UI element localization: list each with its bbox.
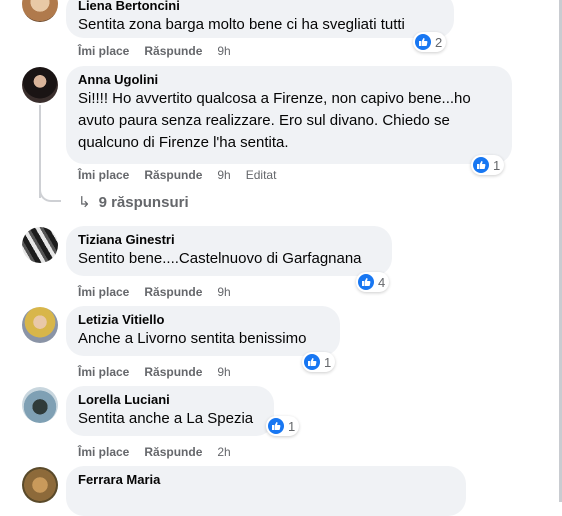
replies-count[interactable]: 9 răspunsuri: [99, 194, 189, 211]
reply-button[interactable]: Răspunde: [144, 364, 202, 380]
reaction-number: 1: [324, 354, 332, 370]
reaction-number: 2: [435, 34, 443, 50]
timestamp[interactable]: 9h: [217, 284, 230, 300]
comment-author[interactable]: Anna Ugolini: [78, 72, 500, 88]
avatar[interactable]: [22, 307, 58, 343]
avatar[interactable]: [22, 467, 58, 503]
reply-button[interactable]: Răspunde: [144, 284, 202, 300]
reaction-number: 1: [288, 418, 296, 434]
like-thumb-icon: [358, 274, 374, 290]
comment-bubble: Tiziana Ginestri Sentito bene....Casteln…: [66, 226, 392, 276]
like-thumb-icon: [268, 418, 284, 434]
reaction-number: 4: [378, 274, 386, 290]
comment-bubble: Liena Bertoncini Sentita zona barga molt…: [66, 0, 454, 38]
comment-bubble: Anna Ugolini Si!!!! Ho avvertito qualcos…: [66, 66, 512, 164]
reaction-count[interactable]: 2: [413, 32, 447, 52]
reaction-count[interactable]: 1: [302, 352, 336, 372]
reaction-count[interactable]: 1: [266, 416, 300, 436]
comment-text: Sentita anche a La Spezia: [78, 410, 254, 427]
comment-actions: Îmi place Răspunde 9h: [78, 284, 246, 300]
edited-label: Editat: [245, 168, 277, 182]
timestamp[interactable]: 9h: [217, 167, 230, 183]
reply-button[interactable]: Răspunde: [144, 167, 202, 183]
like-button[interactable]: Îmi place: [78, 284, 129, 300]
comment-actions: Îmi place Răspunde 9h Editat: [78, 167, 276, 183]
view-replies-link[interactable]: ↳ 9 răspunsuri: [78, 193, 189, 212]
comment-text: Si!!!! Ho avvertito qualcosa a Firenze, …: [78, 90, 471, 151]
like-button[interactable]: Îmi place: [78, 444, 129, 460]
comment-actions: Îmi place Răspunde 9h: [78, 364, 246, 380]
timestamp[interactable]: 2h: [217, 444, 230, 460]
avatar[interactable]: [22, 227, 58, 263]
comment-author[interactable]: Ferrara Maria: [78, 472, 454, 488]
comment-author[interactable]: Liena Bertoncini: [78, 0, 442, 14]
comment-author[interactable]: Tiziana Ginestri: [78, 232, 380, 248]
like-button[interactable]: Îmi place: [78, 43, 129, 59]
comment-bubble: Lorella Luciani Sentita anche a La Spezi…: [66, 386, 274, 436]
comment-bubble: Ferrara Maria: [66, 466, 466, 516]
comment-author[interactable]: Letizia Vitiello: [78, 312, 328, 328]
timestamp[interactable]: 9h: [217, 364, 230, 380]
comment-text: Anche a Livorno sentita benissimo: [78, 330, 307, 347]
avatar[interactable]: [22, 67, 58, 103]
comment-text: Sentita zona barga molto bene ci ha sveg…: [78, 16, 405, 33]
like-button[interactable]: Îmi place: [78, 364, 129, 380]
timestamp[interactable]: 9h: [217, 43, 230, 59]
avatar[interactable]: [22, 0, 58, 22]
comment-actions: Îmi place Răspunde 9h: [78, 43, 246, 59]
avatar[interactable]: [22, 387, 58, 423]
reply-button[interactable]: Răspunde: [144, 43, 202, 59]
comment-author[interactable]: Lorella Luciani: [78, 392, 262, 408]
reaction-number: 1: [493, 157, 501, 173]
comment-text: Sentito bene....Castelnuovo di Garfagnan…: [78, 250, 362, 267]
like-thumb-icon: [415, 34, 431, 50]
reply-arrow-icon: ↳: [78, 194, 91, 211]
like-thumb-icon: [304, 354, 320, 370]
like-thumb-icon: [473, 157, 489, 173]
reply-button[interactable]: Răspunde: [144, 444, 202, 460]
comment-bubble: Letizia Vitiello Anche a Livorno sentita…: [66, 306, 340, 356]
reaction-count[interactable]: 1: [471, 155, 505, 175]
like-button[interactable]: Îmi place: [78, 167, 129, 183]
reaction-count[interactable]: 4: [356, 272, 390, 292]
thread-curve: [39, 180, 61, 202]
comment-actions: Îmi place Răspunde 2h: [78, 444, 246, 460]
